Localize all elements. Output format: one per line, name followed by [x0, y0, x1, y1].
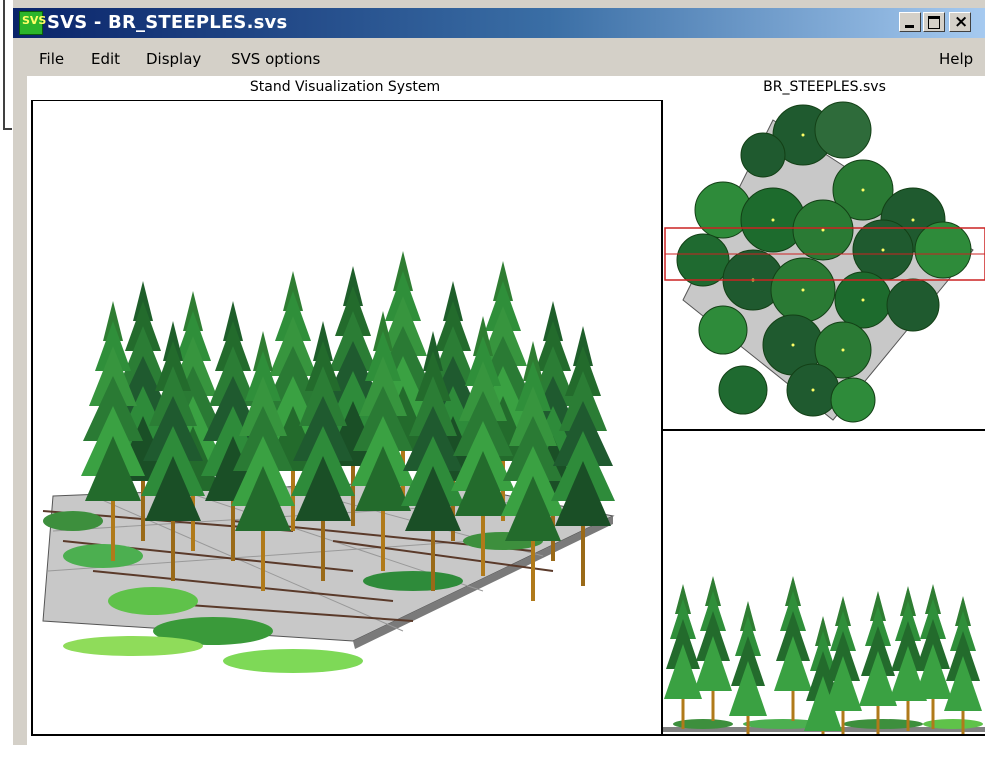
menu-file[interactable]: File — [39, 50, 64, 68]
maximize-button[interactable] — [923, 12, 945, 32]
perspective-scene — [42, 251, 615, 673]
menu-help[interactable]: Help — [939, 50, 973, 68]
profile-scene — [663, 576, 985, 734]
window-title: SVS - BR_STEEPLES.svs — [47, 12, 288, 33]
minimize-button[interactable] — [899, 12, 921, 32]
view-header: Stand Visualization System BR_STEEPLES.s… — [27, 76, 985, 100]
client-area: Stand Visualization System BR_STEEPLES.s… — [27, 76, 985, 745]
app-icon-label: SVS — [22, 14, 47, 27]
menu-edit[interactable]: Edit — [91, 50, 120, 68]
file-name-label: BR_STEEPLES.svs — [763, 79, 886, 95]
close-icon: × — [954, 12, 969, 32]
plan-view[interactable] — [663, 100, 985, 431]
menu-svs-options[interactable]: SVS options — [231, 50, 320, 68]
menu-display[interactable]: Display — [146, 50, 201, 68]
plan-scene — [664, 101, 985, 423]
profile-view[interactable] — [663, 431, 985, 736]
svs-app-icon[interactable]: SVS — [19, 11, 47, 35]
app-name-label: Stand Visualization System — [249, 79, 441, 95]
title-bar[interactable]: SVS SVS - BR_STEEPLES.svs × — [13, 8, 985, 38]
svs-window: SVS SVS - BR_STEEPLES.svs × File Edit Di… — [12, 0, 985, 745]
menu-bar: File Edit Display SVS options Help — [13, 44, 985, 74]
close-button[interactable]: × — [949, 12, 971, 32]
perspective-view[interactable] — [31, 100, 663, 736]
